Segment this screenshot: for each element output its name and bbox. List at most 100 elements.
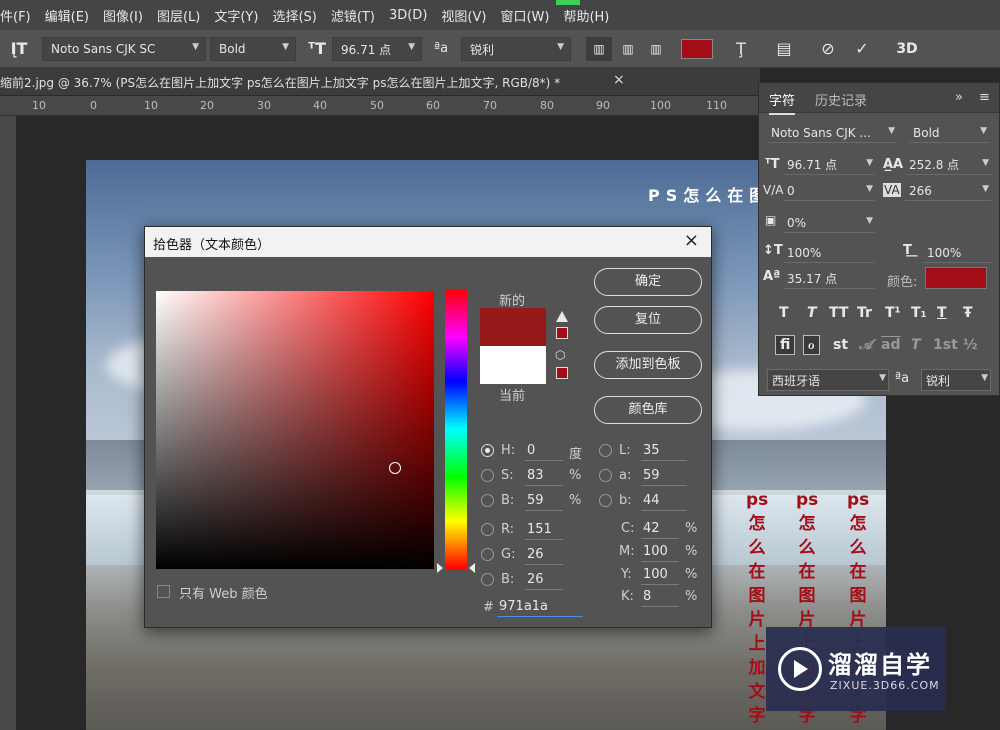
green-radio[interactable] bbox=[481, 548, 494, 561]
lab-b-input[interactable]: 44 bbox=[641, 493, 687, 511]
superscript-icon[interactable]: T¹ bbox=[885, 305, 901, 321]
panel-color-swatch[interactable] bbox=[925, 267, 987, 289]
dialog-titlebar[interactable]: 拾色器（文本颜色） × bbox=[145, 227, 711, 257]
contextual-alternates-icon[interactable]: ℴ bbox=[803, 335, 820, 355]
hue-input[interactable]: 0 bbox=[525, 443, 563, 461]
web-safe-color-swatch[interactable] bbox=[556, 367, 568, 379]
subscript-icon[interactable]: T₁ bbox=[911, 305, 927, 321]
panel-baseline-shift[interactable]: 35.17 点 bbox=[783, 269, 875, 289]
hue-slider-left-arrow[interactable] bbox=[437, 563, 443, 573]
panel-font-style[interactable]: Bold ▼ bbox=[909, 123, 989, 143]
text-orientation-icon[interactable]: ĮT bbox=[8, 37, 30, 61]
cancel-icon[interactable]: ⊘ bbox=[816, 37, 840, 61]
panel-font-size[interactable]: 96.71 点 ▼ bbox=[783, 155, 875, 175]
red-radio[interactable] bbox=[481, 523, 494, 536]
color-marker[interactable] bbox=[389, 462, 401, 474]
toggle-panels-icon[interactable]: ▤ bbox=[772, 37, 796, 61]
panel-language[interactable]: 西班牙语 ▼ bbox=[767, 369, 889, 391]
swash-icon[interactable]: 𝒜 bbox=[859, 337, 872, 353]
green-input[interactable]: 26 bbox=[525, 547, 563, 565]
menu-window[interactable]: 窗口(W) bbox=[500, 6, 549, 25]
font-family-select[interactable]: Noto Sans CJK SC ▼ bbox=[42, 37, 206, 61]
menu-view[interactable]: 视图(V) bbox=[441, 6, 486, 25]
small-caps-icon[interactable]: Tr bbox=[857, 305, 872, 321]
menu-filter[interactable]: 滤镜(T) bbox=[331, 6, 375, 25]
menu-image[interactable]: 图像(I) bbox=[103, 6, 143, 25]
align-right-icon[interactable]: ▥ bbox=[643, 37, 669, 61]
ligatures-icon[interactable]: fi bbox=[775, 335, 796, 355]
strikethrough-icon[interactable]: Ŧ bbox=[963, 305, 973, 321]
menu-type[interactable]: 文字(Y) bbox=[214, 6, 258, 25]
antialias-select[interactable]: 锐利 ▼ bbox=[461, 37, 571, 61]
collapse-icon[interactable]: » bbox=[955, 90, 963, 105]
commit-icon[interactable]: ✓ bbox=[850, 37, 874, 61]
stylistic-alternates-icon[interactable]: ad bbox=[881, 337, 900, 353]
hue-radio[interactable] bbox=[481, 444, 494, 457]
menu-3d[interactable]: 3D(D) bbox=[389, 8, 427, 23]
discretionary-ligatures-icon[interactable]: st bbox=[833, 337, 848, 353]
panel-vertical-scale[interactable]: 100% bbox=[783, 243, 875, 263]
lab-a-input[interactable]: 59 bbox=[641, 468, 687, 486]
lab-l-radio[interactable] bbox=[599, 444, 612, 457]
hue-slider[interactable] bbox=[445, 289, 467, 569]
out-of-gamut-warning-icon[interactable] bbox=[556, 311, 568, 322]
titling-alternates-icon[interactable]: T bbox=[911, 337, 921, 353]
ok-button[interactable]: 确定 bbox=[594, 268, 702, 296]
panel-font-family[interactable]: Noto Sans CJK ... ▼ bbox=[767, 123, 897, 143]
faux-italic-icon[interactable]: T bbox=[807, 305, 817, 321]
web-colors-only-checkbox[interactable] bbox=[157, 585, 170, 598]
lab-l-input[interactable]: 35 bbox=[641, 443, 687, 461]
vertical-text-layer[interactable]: ps怎么在图片上加文字 bbox=[746, 488, 768, 728]
black-input[interactable]: 8 bbox=[641, 589, 679, 607]
color-libraries-button[interactable]: 颜色库 bbox=[594, 396, 702, 424]
3d-button[interactable]: 3D bbox=[894, 37, 920, 61]
hue-slider-right-arrow[interactable] bbox=[469, 563, 475, 573]
close-icon[interactable]: × bbox=[613, 72, 625, 88]
panel-kerning[interactable]: 0 ▼ bbox=[783, 181, 875, 201]
tab-history[interactable]: 历史记录 bbox=[815, 90, 867, 109]
align-left-icon[interactable]: ▥ bbox=[586, 37, 612, 61]
saturation-brightness-field[interactable] bbox=[156, 291, 434, 569]
magenta-input[interactable]: 100 bbox=[641, 544, 679, 562]
panel-horizontal-scale[interactable]: 100% bbox=[923, 243, 991, 263]
close-icon[interactable]: × bbox=[684, 230, 699, 251]
menu-layer[interactable]: 图层(L) bbox=[157, 6, 200, 25]
ordinals-icon[interactable]: 1st bbox=[933, 337, 958, 353]
add-to-swatches-button[interactable]: 添加到色板 bbox=[594, 351, 702, 379]
panel-leading[interactable]: 252.8 点 ▼ bbox=[905, 155, 991, 175]
yellow-input[interactable]: 100 bbox=[641, 567, 679, 585]
cyan-input[interactable]: 42 bbox=[641, 521, 679, 539]
red-input[interactable]: 151 bbox=[525, 522, 563, 540]
blue-radio[interactable] bbox=[481, 573, 494, 586]
menu-edit[interactable]: 编辑(E) bbox=[45, 6, 89, 25]
menu-select[interactable]: 选择(S) bbox=[272, 6, 316, 25]
panel-antialias[interactable]: 锐利 ▼ bbox=[921, 369, 991, 391]
menu-file[interactable]: 件(F) bbox=[0, 6, 31, 25]
saturation-radio[interactable] bbox=[481, 469, 494, 482]
panel-menu-icon[interactable]: ≡ bbox=[979, 90, 990, 105]
canvas-headline-text[interactable]: PS怎么在图 bbox=[648, 182, 771, 206]
gamut-color-swatch[interactable] bbox=[556, 327, 568, 339]
all-caps-icon[interactable]: TT bbox=[829, 305, 848, 321]
web-safe-cube-icon[interactable]: ⬡ bbox=[555, 348, 565, 362]
font-size-select[interactable]: 96.71 点 ▼ bbox=[332, 37, 422, 61]
brightness-input[interactable]: 59 bbox=[525, 493, 563, 511]
reset-button[interactable]: 复位 bbox=[594, 306, 702, 334]
current-color-swatch[interactable] bbox=[480, 346, 546, 384]
faux-bold-icon[interactable]: T bbox=[779, 305, 789, 321]
saturation-input[interactable]: 83 bbox=[525, 468, 563, 486]
panel-tracking[interactable]: 266 ▼ bbox=[905, 181, 991, 201]
blue-input[interactable]: 26 bbox=[525, 572, 563, 590]
underline-icon[interactable]: T bbox=[937, 305, 947, 321]
hex-input[interactable]: 971a1a bbox=[497, 599, 583, 617]
lab-b-radio[interactable] bbox=[599, 494, 612, 507]
warp-text-icon[interactable]: Ţ bbox=[730, 37, 752, 61]
font-style-select[interactable]: Bold ▼ bbox=[210, 37, 296, 61]
document-tab[interactable]: 缩前2.jpg @ 36.7% (PS怎么在图片上加文字 ps怎么在图片上加文字… bbox=[0, 68, 760, 96]
panel-tsume[interactable]: 0% ▼ bbox=[783, 213, 875, 233]
tab-character[interactable]: 字符 bbox=[769, 90, 796, 115]
align-center-icon[interactable]: ▥ bbox=[615, 37, 641, 61]
text-color-swatch[interactable] bbox=[681, 39, 713, 59]
menu-help[interactable]: 帮助(H) bbox=[563, 6, 609, 25]
brightness-radio[interactable] bbox=[481, 494, 494, 507]
